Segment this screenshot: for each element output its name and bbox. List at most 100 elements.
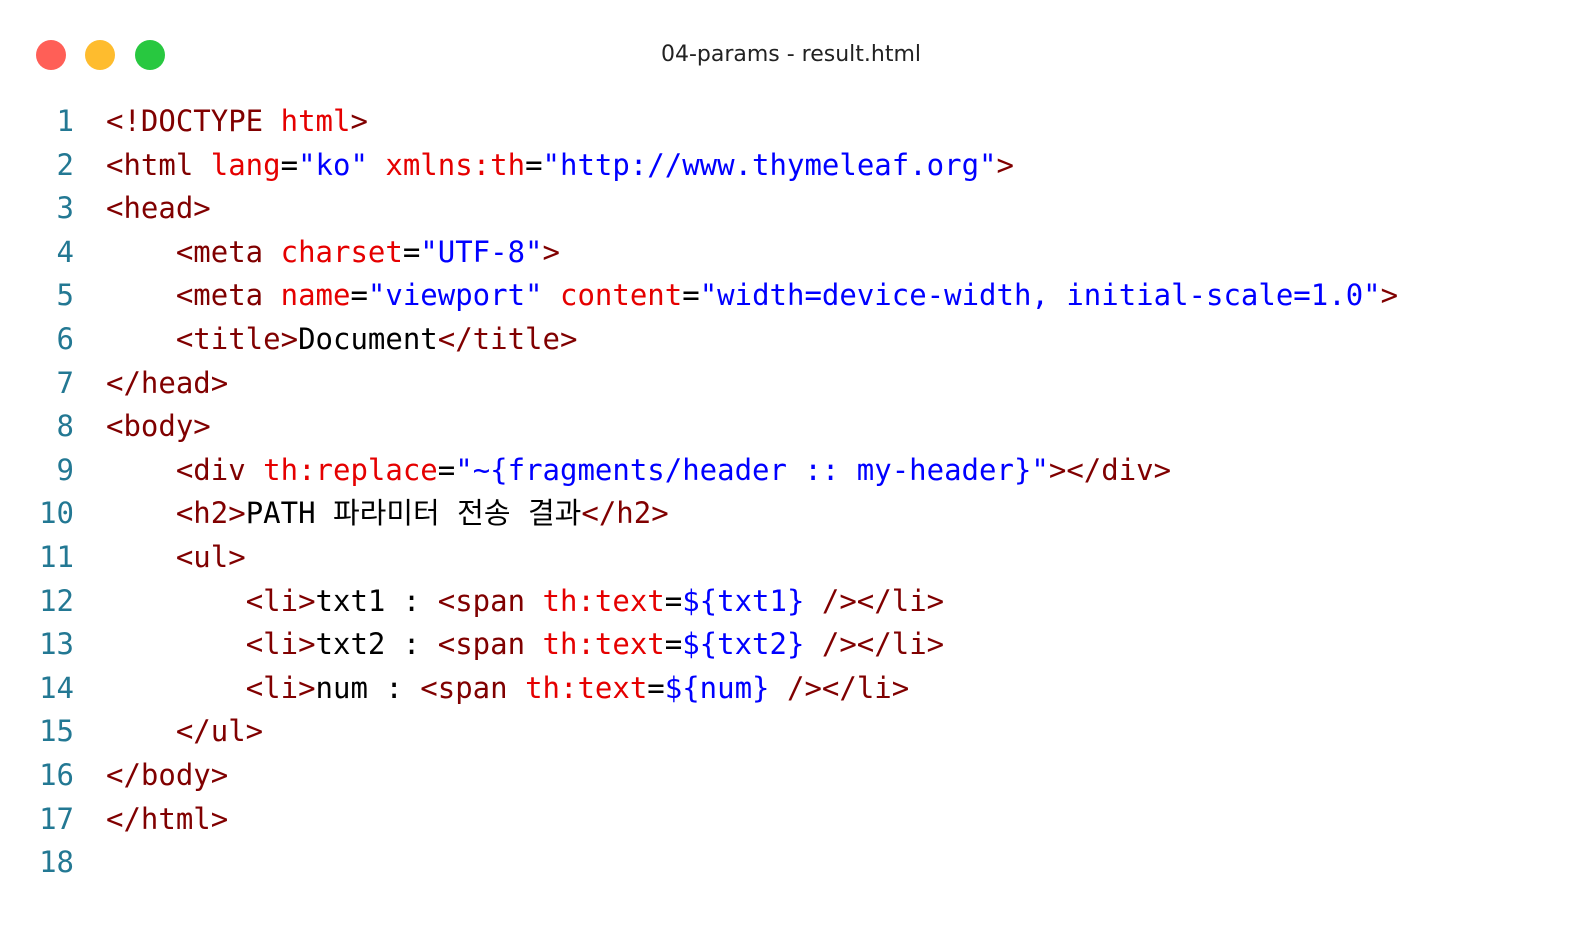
code-token: > bbox=[1380, 278, 1399, 313]
code-token: = bbox=[682, 278, 700, 313]
line-number: 3 bbox=[56, 191, 74, 226]
code-line-content: <head> bbox=[106, 187, 211, 231]
code-token: txt2 : bbox=[315, 627, 438, 662]
code-line-content: <meta charset="UTF-8"> bbox=[106, 231, 560, 275]
code-line[interactable]: 2 <html lang="ko" xmlns:th="http://www.th… bbox=[0, 144, 1582, 188]
code-line[interactable]: 12 <li>txt1 : <span th:text=${txt1} /></… bbox=[0, 580, 1582, 624]
code-token: </ul> bbox=[175, 714, 264, 749]
code-token: <html bbox=[106, 147, 211, 182]
code-line[interactable]: 5 <meta name="viewport" content="width=d… bbox=[0, 274, 1582, 318]
code-token: /></li> bbox=[821, 583, 945, 618]
code-token: lang bbox=[210, 147, 281, 182]
line-number: 1 bbox=[56, 104, 74, 138]
code-token: = bbox=[664, 627, 683, 662]
code-line-content: <body> bbox=[106, 405, 211, 449]
code-line-content: </head> bbox=[106, 362, 228, 406]
code-line[interactable]: 17 </html> bbox=[0, 798, 1582, 842]
code-token: "UTF-8" bbox=[420, 234, 543, 269]
code-line[interactable]: 15 </ul> bbox=[0, 710, 1582, 754]
code-line[interactable]: 8 <body> bbox=[0, 405, 1582, 449]
code-token: = bbox=[525, 147, 543, 182]
code-line[interactable]: 1 <!DOCTYPE html> bbox=[0, 100, 1582, 144]
code-token: </h2> bbox=[581, 496, 669, 531]
code-token: > bbox=[350, 104, 368, 138]
code-token: = bbox=[350, 278, 368, 313]
code-token: html bbox=[280, 104, 351, 138]
code-line[interactable]: 14 <li>num : <span th:text=${num} /></li… bbox=[0, 667, 1582, 711]
code-token: <span bbox=[437, 583, 543, 618]
code-token: ></div> bbox=[1048, 452, 1172, 487]
code-token: <title> bbox=[175, 321, 299, 356]
line-number: 16 bbox=[39, 757, 74, 792]
code-token: <span bbox=[437, 627, 543, 662]
line-number: 8 bbox=[56, 409, 74, 444]
line-number: 12 bbox=[39, 583, 74, 618]
code-line[interactable]: 6 <title>Document</title> bbox=[0, 318, 1582, 362]
code-token: <span bbox=[420, 670, 526, 705]
code-line[interactable]: 16 </body> bbox=[0, 754, 1582, 798]
code-token: </body> bbox=[106, 757, 229, 792]
code-token: <head> bbox=[106, 191, 211, 226]
code-line[interactable]: 3 <head> bbox=[0, 187, 1582, 231]
code-token: <li> bbox=[245, 583, 316, 618]
code-token: </head> bbox=[106, 365, 229, 400]
code-line[interactable]: 4 <meta charset="UTF-8"> bbox=[0, 231, 1582, 275]
code-token: <meta bbox=[175, 278, 281, 313]
code-line[interactable]: 7 </head> bbox=[0, 362, 1582, 406]
code-token: /></li> bbox=[786, 670, 910, 705]
line-number: 17 bbox=[39, 801, 74, 836]
code-line[interactable]: 11 <ul> bbox=[0, 536, 1582, 580]
code-token: > bbox=[542, 234, 560, 269]
code-token: th:replace bbox=[263, 452, 438, 487]
code-token: Document bbox=[298, 321, 438, 356]
code-line[interactable]: 10 <h2>PATH 파라미터 전송 결과</h2> bbox=[0, 492, 1582, 536]
code-line-content: <html lang="ko" xmlns:th="http://www.thy… bbox=[106, 144, 1014, 188]
code-token: </html> bbox=[106, 801, 229, 836]
title-bar: 04-params - result.html bbox=[0, 0, 1582, 92]
code-editor[interactable]: 1 <!DOCTYPE html> 2 <html lang="ko" xmlns:t… bbox=[0, 100, 1582, 885]
code-token: > bbox=[996, 147, 1014, 182]
code-token: PATH 파라미터 전송 결과 bbox=[245, 496, 582, 531]
code-token: = bbox=[647, 670, 665, 705]
code-token: "http://www.thymeleaf.org" bbox=[542, 147, 997, 182]
editor-window: 04-params - result.html 1 <!DOCTYPE html>… bbox=[0, 0, 1582, 928]
line-number: 5 bbox=[56, 278, 74, 313]
code-line-content: <div th:replace="~{fragments/header :: m… bbox=[106, 449, 1171, 493]
code-line[interactable]: 18 bbox=[0, 841, 1582, 885]
code-line-content: </ul> bbox=[106, 710, 263, 754]
code-token: xmlns:th bbox=[385, 147, 526, 182]
code-token: th:text bbox=[525, 670, 648, 705]
code-token: <!DOCTYPE bbox=[106, 104, 281, 138]
code-line-content: <li>num : <span th:text=${num} /></li> bbox=[106, 667, 910, 711]
code-token: = bbox=[437, 452, 456, 487]
code-token: /></li> bbox=[821, 627, 945, 662]
code-line-content: </html> bbox=[106, 798, 228, 842]
code-line-content: <h2>PATH 파라미터 전송 결과</h2> bbox=[106, 492, 669, 536]
code-line-content: <li>txt1 : <span th:text=${txt1} /></li> bbox=[106, 580, 944, 624]
line-number: 2 bbox=[56, 147, 74, 182]
code-token: charset bbox=[280, 234, 403, 269]
code-token: "~{fragments/header :: my-header}" bbox=[455, 452, 1049, 487]
code-token: <h2> bbox=[175, 496, 246, 531]
code-line-content: </body> bbox=[106, 754, 228, 798]
code-line[interactable]: 9 <div th:replace="~{fragments/header ::… bbox=[0, 449, 1582, 493]
code-line-content: <title>Document</title> bbox=[106, 318, 578, 362]
code-token: = bbox=[402, 234, 421, 269]
line-number: 14 bbox=[39, 670, 74, 705]
code-token: <li> bbox=[245, 670, 316, 705]
code-token: txt1 : bbox=[315, 583, 438, 618]
code-line[interactable]: 13 <li>txt2 : <span th:text=${txt2} /></… bbox=[0, 623, 1582, 667]
line-number: 6 bbox=[56, 321, 74, 356]
line-number: 11 bbox=[39, 539, 74, 574]
code-line-content: <ul> bbox=[106, 536, 246, 580]
